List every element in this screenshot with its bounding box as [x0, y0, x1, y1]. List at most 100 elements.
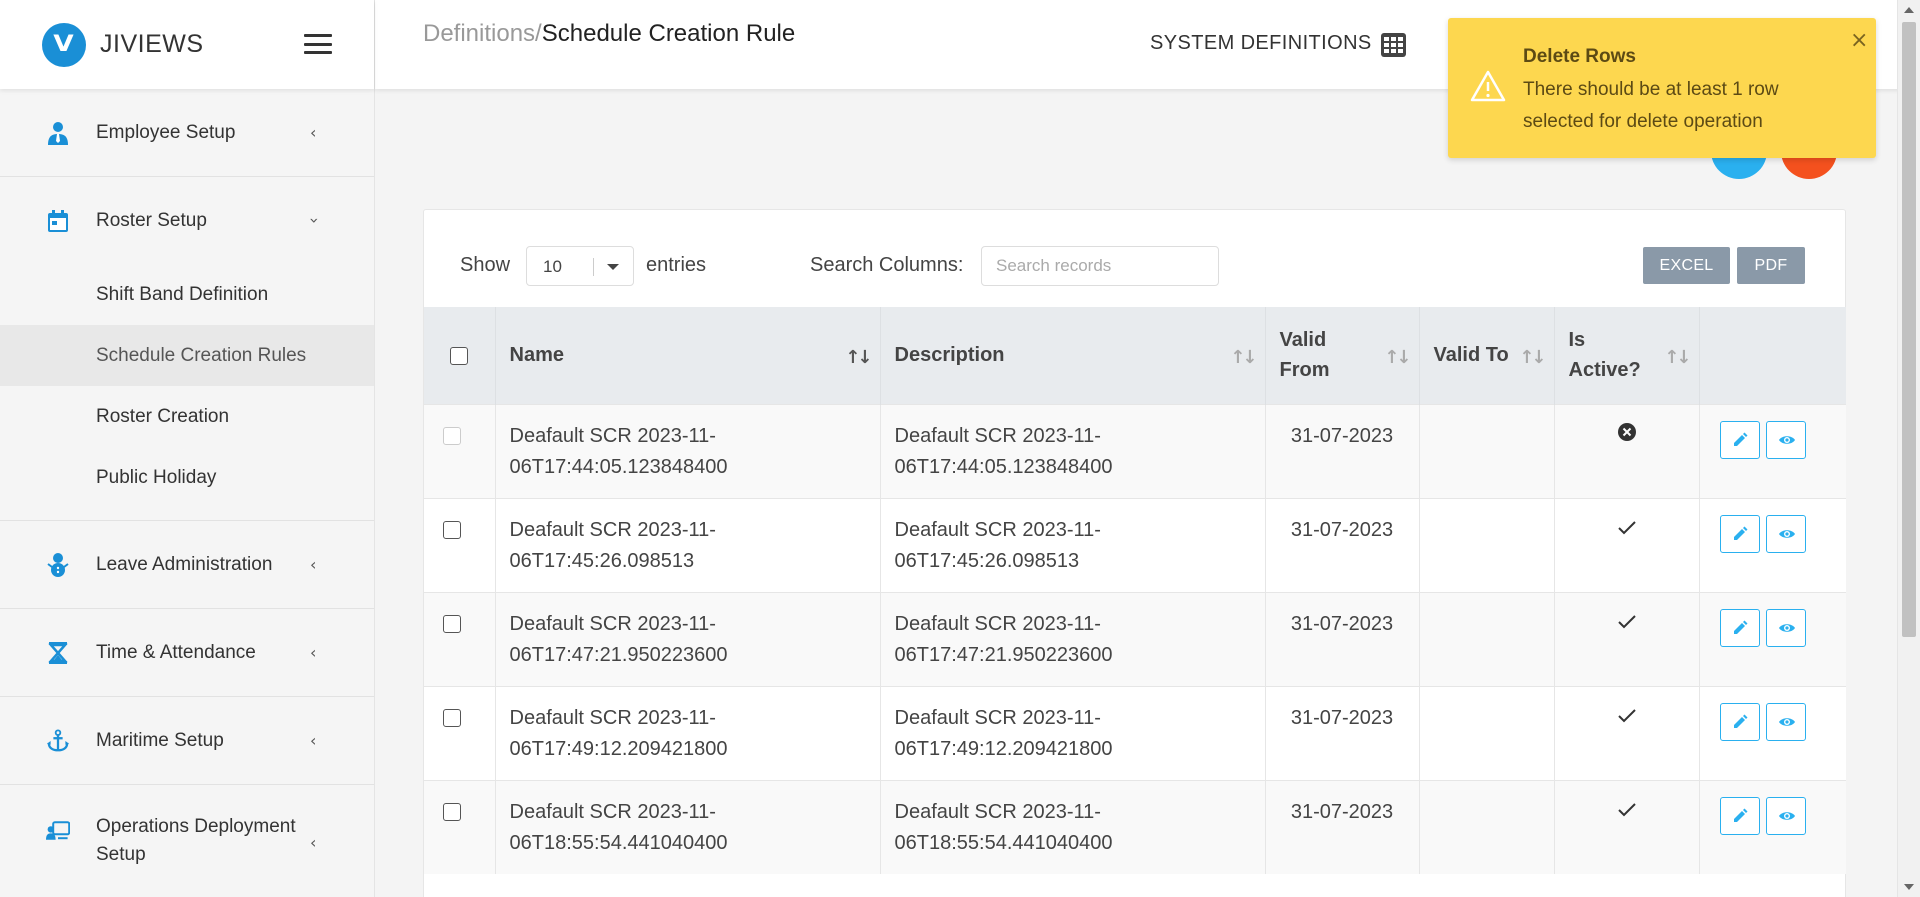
cell-name: Deafault SCR 2023-11-06T17:47:21.9502236…	[494, 591, 880, 686]
column-header-is-active[interactable]: Is Active? ↑↓	[1553, 307, 1699, 404]
sidebar-item-employee-setup[interactable]: Employee Setup ‹	[0, 89, 374, 176]
edit-button[interactable]	[1719, 514, 1760, 553]
pdf-export-button[interactable]: PDF	[1737, 247, 1805, 284]
sort-icon: ↑↓	[1664, 347, 1691, 368]
cell-actions	[1698, 403, 1846, 498]
cell-valid-to	[1418, 591, 1554, 686]
system-definitions-label[interactable]: SYSTEM DEFINITIONS	[1150, 32, 1372, 55]
brand-header: V JIVIEWS	[0, 0, 374, 89]
cell-description: Deafault SCR 2023-11-06T17:47:21.9502236…	[879, 591, 1265, 686]
cell-valid-from: 31-07-2023	[1264, 497, 1419, 592]
select-all-checkbox[interactable]	[450, 346, 469, 365]
table-header-row: Name ↑↓ Description ↑↓ Valid From ↑↓ Valid …	[424, 307, 1846, 404]
cell-actions	[1698, 497, 1846, 592]
select-separator	[593, 258, 594, 276]
chevron-left-icon: ‹	[310, 555, 317, 574]
employee-icon	[46, 121, 70, 145]
cell-description: Deafault SCR 2023-11-06T17:45:26.098513	[879, 497, 1265, 592]
sort-icon: ↑↓	[845, 347, 872, 368]
vertical-scrollbar[interactable]	[1897, 0, 1920, 897]
view-button[interactable]	[1765, 420, 1806, 459]
sidebar-subitem-roster-creation[interactable]: Roster Creation	[0, 386, 374, 447]
column-header-valid-from[interactable]: Valid From ↑↓	[1264, 307, 1419, 404]
edit-button[interactable]	[1719, 702, 1760, 741]
table-card: Show 10 entries Search Columns: EXCEL PD…	[423, 209, 1846, 897]
close-icon[interactable]: ×	[1850, 28, 1868, 53]
row-select-cell	[424, 779, 495, 874]
cell-is-active	[1553, 779, 1699, 874]
column-header-description[interactable]: Description ↑↓	[879, 307, 1265, 404]
column-header-name[interactable]: Name ↑↓	[494, 307, 880, 404]
cell-valid-from: 31-07-2023	[1264, 779, 1419, 874]
search-input[interactable]	[981, 246, 1219, 286]
chevron-left-icon: ‹	[310, 731, 317, 750]
cell-description: Deafault SCR 2023-11-06T17:44:05.1238484…	[879, 403, 1265, 498]
sidebar-subitem-public-holiday[interactable]: Public Holiday	[0, 447, 374, 508]
show-label: Show	[460, 254, 511, 276]
view-button[interactable]	[1765, 796, 1806, 835]
column-header-label: Name	[509, 344, 564, 367]
sidebar-item-label: Maritime Setup	[96, 729, 224, 751]
sidebar-item-label: Roster Setup	[96, 209, 207, 231]
row-select-cell	[424, 685, 495, 780]
edit-button[interactable]	[1719, 420, 1760, 459]
cell-name: Deafault SCR 2023-11-06T18:55:54.4410404…	[494, 779, 880, 874]
scrollbar-thumb[interactable]	[1902, 22, 1916, 637]
page-title: Schedule Creation Rule	[541, 20, 796, 47]
check-icon	[1617, 519, 1637, 541]
sidebar-item-time-attendance[interactable]: Time & Attendance ‹	[0, 609, 374, 696]
cell-valid-from: 31-07-2023	[1264, 685, 1419, 780]
column-header-valid-to[interactable]: Valid To ↑↓	[1418, 307, 1554, 404]
cell-is-active	[1553, 497, 1699, 592]
cell-description: Deafault SCR 2023-11-06T18:55:54.4410404…	[879, 779, 1265, 874]
view-button[interactable]	[1765, 608, 1806, 647]
cell-is-active	[1553, 403, 1699, 498]
caret-down-icon	[607, 264, 619, 270]
breadcrumb-parent[interactable]: Definitions/	[423, 20, 542, 47]
row-checkbox[interactable]	[443, 520, 462, 539]
cell-is-active	[1553, 591, 1699, 686]
edit-button[interactable]	[1719, 608, 1760, 647]
table-row: Deafault SCR 2023-11-06T17:49:12.2094218…	[424, 685, 1846, 780]
column-header-label: Is Active?	[1568, 329, 1641, 382]
cell-actions	[1698, 685, 1846, 780]
sort-icon: ↑↓	[1519, 347, 1546, 368]
page-size-select[interactable]: 10	[526, 246, 634, 286]
sidebar-subitem-schedule-creation-rules[interactable]: Schedule Creation Rules	[0, 325, 374, 386]
sort-icon: ↑↓	[1230, 347, 1257, 368]
cell-actions	[1698, 779, 1846, 874]
sidebar-item-roster-setup[interactable]: Roster Setup ‹	[0, 177, 374, 264]
row-checkbox[interactable]	[443, 802, 462, 821]
chevron-left-icon: ‹	[310, 643, 317, 662]
excel-export-button[interactable]: EXCEL	[1643, 247, 1730, 284]
sidebar: V JIVIEWS Employee Setup ‹ Roster Setup …	[0, 0, 375, 897]
column-header-label: Valid From	[1279, 329, 1330, 382]
cell-valid-to	[1418, 497, 1554, 592]
jiviews-logo[interactable]: V	[42, 22, 86, 67]
scroll-down-arrow[interactable]	[1904, 884, 1914, 890]
hourglass-icon	[46, 641, 70, 665]
page-size-value: 10	[543, 257, 562, 276]
row-checkbox[interactable]	[443, 426, 462, 445]
view-button[interactable]	[1765, 514, 1806, 553]
grid-icon[interactable]	[1380, 32, 1407, 58]
toast-message: There should be at least 1 row selected …	[1523, 79, 1779, 132]
table-row: Deafault SCR 2023-11-06T17:44:05.1238484…	[424, 403, 1846, 498]
row-checkbox[interactable]	[443, 614, 462, 633]
sidebar-subitem-shift-band-definition[interactable]: Shift Band Definition	[0, 264, 374, 325]
cell-name: Deafault SCR 2023-11-06T17:45:26.098513	[494, 497, 880, 592]
hamburger-menu-icon[interactable]	[304, 34, 332, 54]
row-select-cell	[424, 403, 495, 498]
row-checkbox[interactable]	[443, 708, 462, 727]
column-header-label: Description	[894, 344, 1005, 367]
edit-button[interactable]	[1719, 796, 1760, 835]
cell-valid-to	[1418, 403, 1554, 498]
column-header-label: Valid To	[1433, 344, 1509, 367]
scroll-up-arrow[interactable]	[1904, 7, 1914, 13]
sidebar-item-leave-administration[interactable]: Leave Administration ‹	[0, 521, 374, 608]
sidebar-item-operations-deployment-setup[interactable]: Operations Deployment Setup ‹	[0, 785, 374, 897]
sidebar-item-maritime-setup[interactable]: Maritime Setup ‹	[0, 697, 374, 784]
sidebar-item-label: Employee Setup	[96, 121, 236, 143]
cell-name: Deafault SCR 2023-11-06T17:44:05.1238484…	[494, 403, 880, 498]
view-button[interactable]	[1765, 702, 1806, 741]
